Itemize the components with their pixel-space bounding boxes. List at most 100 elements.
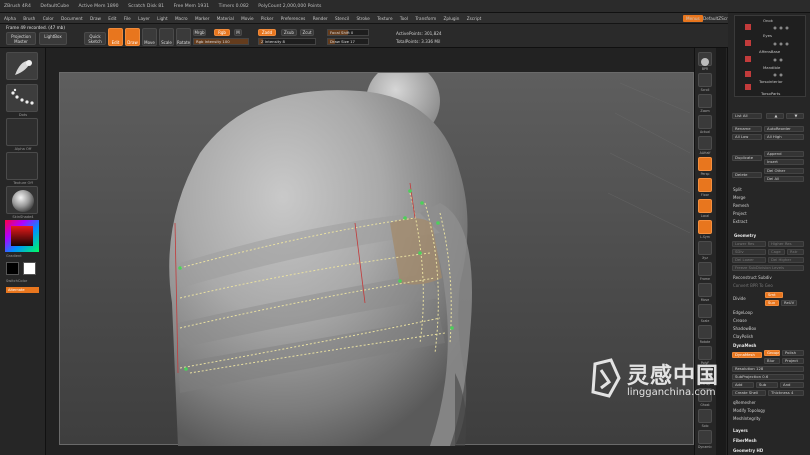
rotate-view-button[interactable] [698, 325, 712, 339]
menu-stencil[interactable]: Stencil [335, 16, 349, 21]
menu-render[interactable]: Render [313, 16, 328, 21]
mesh-integrity-section[interactable]: MeshIntegrity [733, 416, 761, 421]
merge-item[interactable]: Merge [733, 195, 746, 200]
scale-button[interactable]: Scale [159, 28, 174, 46]
menu-alpha[interactable]: Alpha [4, 16, 16, 21]
z-intensity-slider[interactable]: Z Intensity 8 [258, 38, 316, 45]
persp-button[interactable] [698, 157, 712, 171]
smt-toggle[interactable]: Smt [765, 292, 783, 298]
cage-button[interactable]: Cage [768, 249, 785, 255]
rstr-button[interactable]: Rstr [787, 249, 804, 255]
all-low-button[interactable]: All Low [732, 134, 762, 140]
duplicate-button[interactable]: Duplicate [732, 155, 762, 161]
shadowbox-section[interactable]: ShadowBox [733, 326, 756, 331]
convert-bpr-button[interactable]: Convert BPR To Geo [733, 283, 773, 288]
scroll-button[interactable] [698, 73, 712, 87]
autoreorder-button[interactable]: AutoReorder [764, 126, 804, 132]
delete-button[interactable]: Delete [732, 172, 762, 178]
draw-button[interactable]: Draw [125, 28, 140, 46]
fibermesh-header[interactable]: FiberMesh [733, 438, 757, 443]
stroke-thumbnail[interactable] [6, 84, 38, 112]
list-all-button[interactable]: List All [732, 113, 762, 119]
lower-res-button[interactable]: Lower Res [732, 241, 766, 247]
rotate-button[interactable]: Rotate [176, 28, 191, 46]
menu-layer[interactable]: Layer [138, 16, 150, 21]
claypolish-section[interactable]: ClayPolish [733, 334, 753, 339]
menu-color[interactable]: Color [43, 16, 54, 21]
menu-file[interactable]: File [124, 16, 131, 21]
split-item[interactable]: Split [733, 187, 742, 192]
color-picker[interactable] [5, 220, 39, 252]
menu-tool[interactable]: Tool [400, 16, 408, 21]
menu-movie[interactable]: Movie [241, 16, 253, 21]
secondary-color-swatch[interactable] [23, 262, 36, 275]
geometry-header[interactable]: Geometry [734, 233, 756, 238]
draw-size-slider[interactable]: Draw Size 17 [327, 38, 369, 45]
actual-button[interactable] [698, 115, 712, 129]
divide-button[interactable]: Divide [733, 296, 746, 301]
groups-toggle[interactable]: Groups [764, 350, 780, 356]
higher-res-button[interactable]: Higher Res [768, 241, 804, 247]
menu-draw[interactable]: Draw [90, 16, 101, 21]
main-color-swatch[interactable] [6, 262, 19, 275]
insert-button[interactable]: Insert [764, 159, 804, 165]
menu-preferences[interactable]: Preferences [281, 16, 306, 21]
geometry-hd-header[interactable]: Geometry HD [733, 448, 763, 453]
scale-view-button[interactable] [698, 304, 712, 318]
and-button[interactable]: And [780, 382, 804, 388]
reuv-button[interactable]: ReUV [781, 300, 797, 306]
zsub-button[interactable]: Zsub [281, 29, 297, 36]
thickness-slider[interactable]: Thickness 4 [768, 390, 804, 396]
alpha-thumbnail[interactable] [6, 118, 38, 146]
lightbox-button[interactable]: LightBox [39, 32, 67, 45]
menu-transform[interactable]: Transform [415, 16, 436, 21]
alternate-button[interactable]: Alternate [6, 287, 39, 293]
xyz-button[interactable] [698, 241, 712, 255]
menu-macro[interactable]: Macro [175, 16, 188, 21]
rgb-button[interactable]: Rgb [214, 29, 230, 36]
menu-stroke[interactable]: Stroke [357, 16, 370, 21]
bpr-button[interactable] [698, 52, 712, 66]
aahalf-button[interactable] [698, 136, 712, 150]
move-view-button[interactable] [698, 283, 712, 297]
projection-master-button[interactable]: Projection Master [6, 32, 36, 45]
polish-toggle[interactable]: Polish [782, 350, 804, 356]
append-button[interactable]: Append [764, 151, 804, 157]
dynamesh-header[interactable]: DynaMesh [733, 343, 756, 348]
menu-zscript[interactable]: Zscript [467, 16, 482, 21]
rgb-intensity-slider[interactable]: Rgb Intensity 100 [193, 38, 249, 45]
menu-light[interactable]: Light [157, 16, 167, 21]
del-all-button[interactable]: Del All [764, 176, 804, 182]
del-higher-button[interactable]: Del Higher [768, 257, 804, 263]
modify-topology-section[interactable]: Modify Topology [733, 408, 765, 413]
del-lower-button[interactable]: Del Lower [732, 257, 766, 263]
quick-sketch-button[interactable]: Quick Sketch [84, 32, 106, 45]
arrow-down-button[interactable]: ▼ [786, 113, 804, 119]
floor-button[interactable] [698, 178, 712, 192]
local-button[interactable] [698, 199, 712, 213]
brush-thumbnail[interactable] [6, 52, 38, 80]
blur-slider[interactable]: Blur [764, 358, 780, 364]
switchcolor-caption[interactable]: SwitchColor [6, 279, 40, 283]
reconstruct-subdiv-button[interactable]: Reconstruct Subdiv [733, 275, 772, 280]
focal-shift-slider[interactable]: Focal Shift 0 [327, 29, 369, 36]
texture-thumbnail[interactable] [6, 152, 38, 180]
zoom-button[interactable] [698, 94, 712, 108]
menu-edit[interactable]: Edit [108, 16, 116, 21]
layers-header[interactable]: Layers [733, 428, 748, 433]
dynamic-button[interactable] [698, 430, 712, 444]
mrgb-button[interactable]: Mrgb [193, 29, 206, 36]
menu-zplugin[interactable]: Zplugin [444, 16, 460, 21]
frame-button[interactable] [698, 262, 712, 276]
all-high-button[interactable]: All High [764, 134, 804, 140]
project-toggle[interactable]: Project [782, 358, 804, 364]
rename-button[interactable]: Rename [732, 126, 762, 132]
remesh-item[interactable]: Remesh [733, 203, 749, 208]
freeze-subdiv-button[interactable]: Freeze SubDivision Levels [732, 265, 804, 271]
edgeloop-section[interactable]: EdgeLoop [733, 310, 753, 315]
zadd-button[interactable]: Zadd [258, 29, 276, 36]
menus-toggle[interactable]: Menus [683, 15, 703, 22]
zcut-button[interactable]: Zcut [300, 29, 314, 36]
menu-texture[interactable]: Texture [377, 16, 392, 21]
lsym-button[interactable] [698, 220, 712, 234]
